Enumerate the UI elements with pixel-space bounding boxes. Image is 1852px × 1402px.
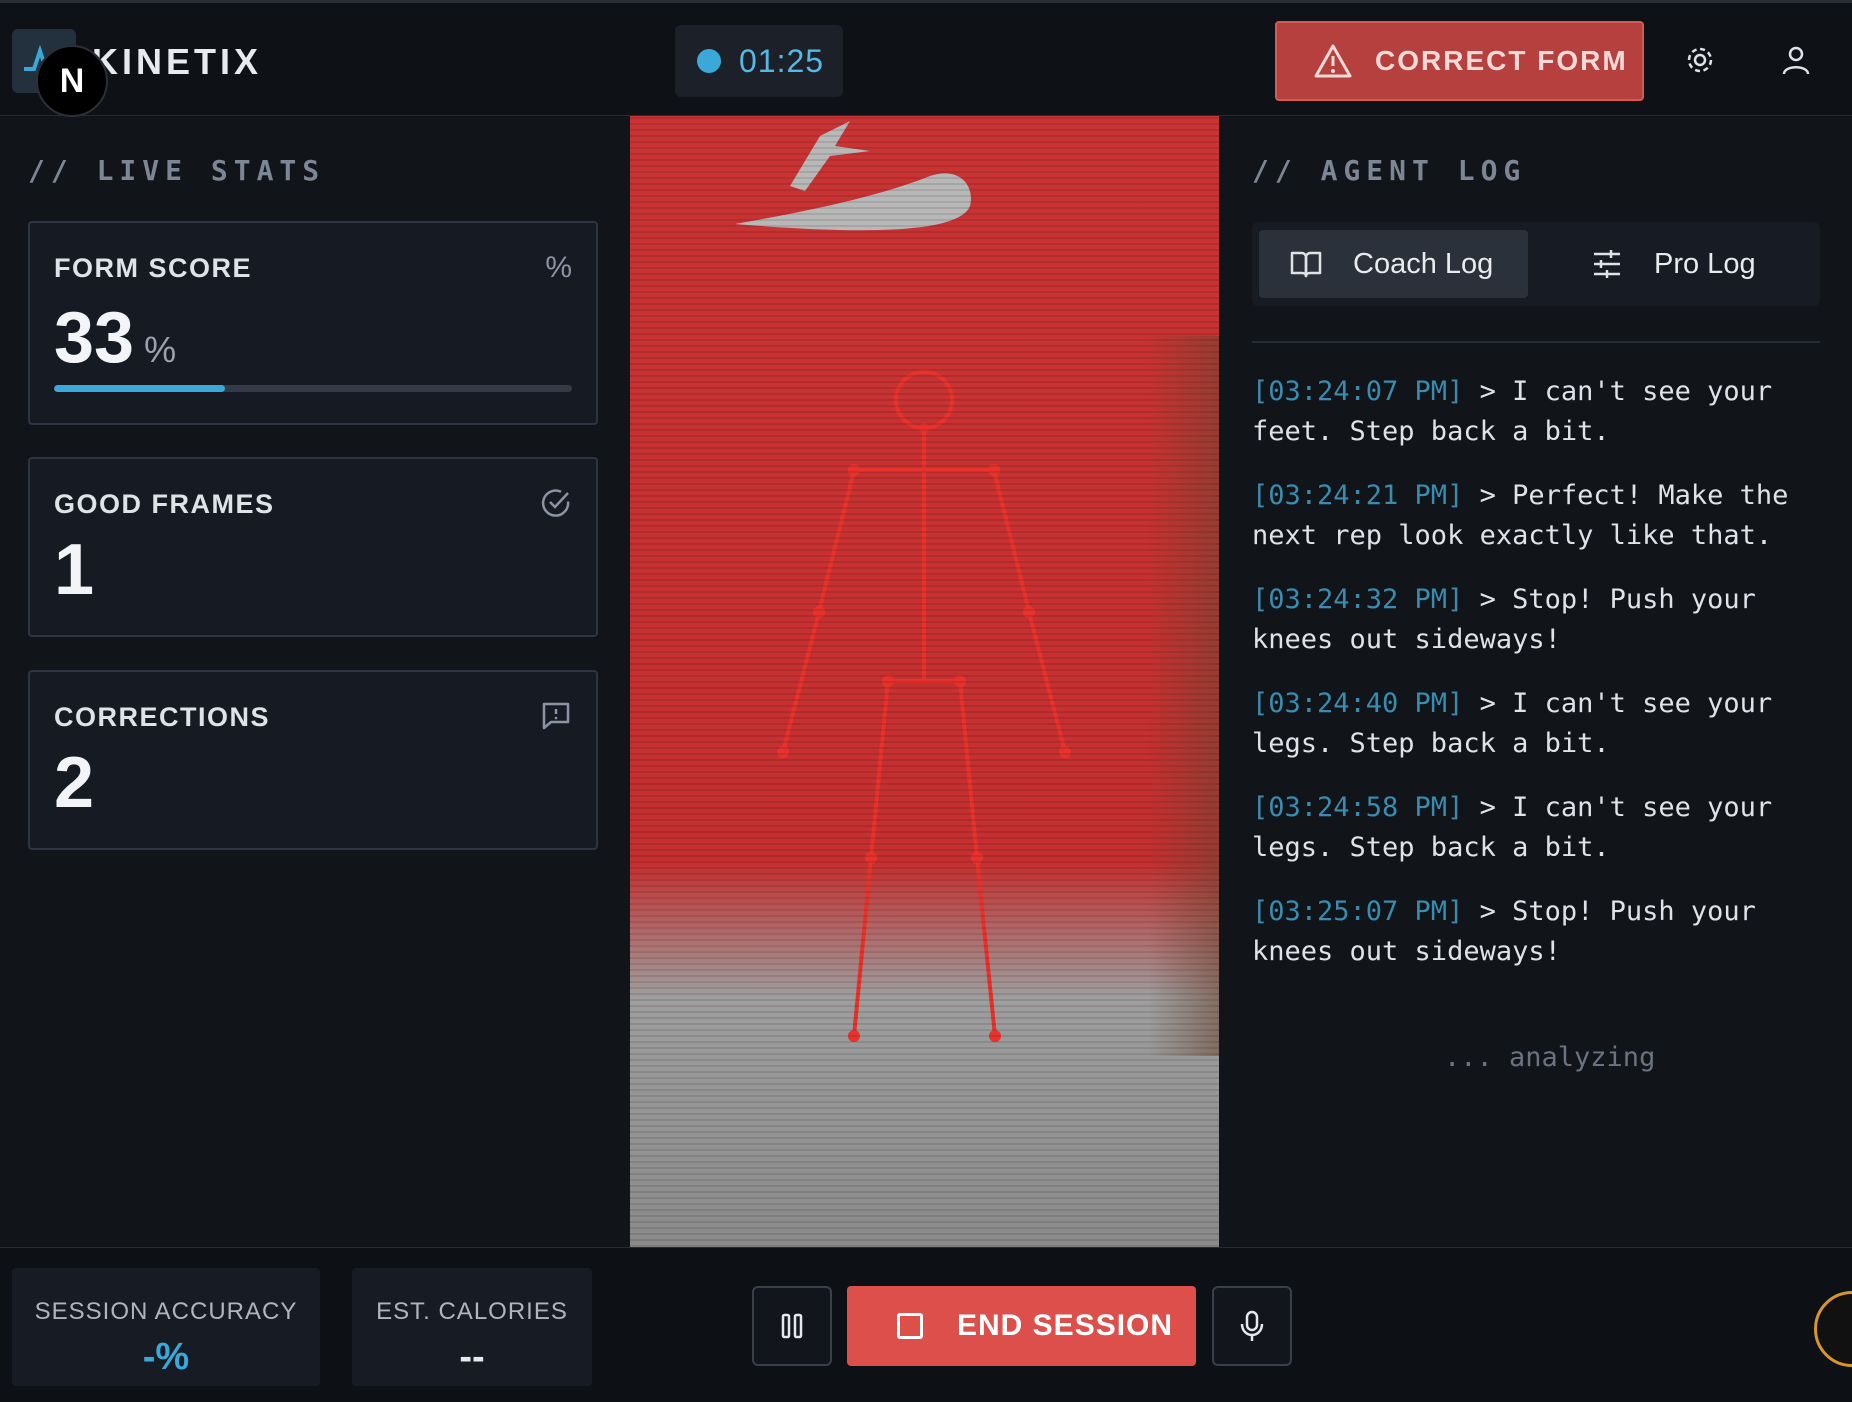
analyzing-status: ... analyzing xyxy=(1444,1042,1656,1073)
session-accuracy-label: SESSION ACCURACY xyxy=(34,1298,298,1325)
log-timestamp: [03:24:32 PM] xyxy=(1252,584,1464,615)
log-timestamp: [03:24:21 PM] xyxy=(1252,480,1464,511)
log-timestamp: [03:24:58 PM] xyxy=(1252,792,1464,823)
log-entry: [03:25:07 PM] > Stop! Push your knees ou… xyxy=(1252,892,1832,972)
tab-pro-log-label: Pro Log xyxy=(1654,247,1756,280)
book-open-icon xyxy=(1290,251,1322,278)
session-accuracy-value: -% xyxy=(142,1336,190,1378)
session-timer: 01:25 xyxy=(675,25,843,97)
log-timestamp: [03:24:07 PM] xyxy=(1252,376,1464,407)
form-score-number: 33 xyxy=(54,298,135,378)
top-bar: N KINETIX 01:25 CORRECT FORM xyxy=(0,0,1852,117)
form-score-progress xyxy=(54,385,572,392)
tab-pro-log[interactable]: Pro Log xyxy=(1592,230,1812,298)
form-score-value: 33% xyxy=(54,297,176,379)
form-score-unit: % xyxy=(144,329,177,370)
form-score-card: FORM SCORE % 33% xyxy=(28,221,598,425)
corrections-value: 2 xyxy=(54,743,95,823)
corrections-card: CORRECTIONS 2 xyxy=(28,670,598,850)
message-square-icon xyxy=(542,702,570,730)
log-timestamp: [03:24:40 PM] xyxy=(1252,688,1464,719)
end-session-button[interactable]: END SESSION xyxy=(847,1286,1196,1366)
log-timestamp: [03:25:07 PM] xyxy=(1252,896,1464,927)
form-score-progress-fill xyxy=(54,385,225,392)
live-stats-title: // LIVE STATS xyxy=(28,154,326,187)
log-entry: [03:24:32 PM] > Stop! Push your knees ou… xyxy=(1252,580,1832,660)
stop-square-icon xyxy=(897,1313,923,1339)
tab-coach-log-label: Coach Log xyxy=(1353,247,1494,280)
user-icon[interactable] xyxy=(1779,43,1813,77)
bottom-bar: SESSION ACCURACY -% EST. CALORIES -- END… xyxy=(0,1247,1852,1402)
brand-name: KINETIX xyxy=(92,41,263,82)
est-calories-box: EST. CALORIES -- xyxy=(352,1268,592,1386)
log-tabs: Coach Log Pro Log xyxy=(1252,222,1820,306)
dev-badge[interactable]: N xyxy=(36,45,108,117)
correct-form-alert-button[interactable]: CORRECT FORM xyxy=(1275,21,1644,101)
good-frames-card: GOOD FRAMES 1 xyxy=(28,457,598,637)
sliders-icon xyxy=(1594,250,1620,278)
agent-log-list: [03:24:07 PM] > I can't see your feet. S… xyxy=(1252,372,1832,996)
warning-icon xyxy=(1314,44,1352,78)
assistant-badge[interactable] xyxy=(1814,1291,1852,1367)
check-circle-icon xyxy=(541,489,570,517)
pause-button[interactable] xyxy=(752,1286,832,1366)
est-calories-value: -- xyxy=(459,1336,485,1378)
good-frames-value: 1 xyxy=(54,530,95,610)
log-entry: [03:24:58 PM] > I can't see your legs. S… xyxy=(1252,788,1832,868)
log-entry: [03:24:21 PM] > Perfect! Make the next r… xyxy=(1252,476,1832,556)
session-accuracy-box: SESSION ACCURACY -% xyxy=(12,1268,320,1386)
scanline-overlay xyxy=(630,116,1219,1247)
camera-feed xyxy=(630,116,1219,1247)
microphone-button[interactable] xyxy=(1212,1286,1292,1366)
percent-icon: % xyxy=(545,251,572,284)
log-entry: [03:24:07 PM] > I can't see your feet. S… xyxy=(1252,372,1832,452)
form-score-label: FORM SCORE xyxy=(54,253,253,283)
recording-dot-icon xyxy=(697,49,721,73)
log-entry: [03:24:40 PM] > I can't see your legs. S… xyxy=(1252,684,1832,764)
agent-log-title: // AGENT LOG xyxy=(1252,154,1527,187)
tab-coach-log[interactable]: Coach Log xyxy=(1259,230,1528,298)
end-session-label: END SESSION xyxy=(957,1309,1174,1342)
badge-letter: N xyxy=(59,61,85,100)
est-calories-label: EST. CALORIES xyxy=(376,1298,568,1325)
alert-label: CORRECT FORM xyxy=(1375,45,1628,76)
microphone-icon xyxy=(1240,1310,1264,1341)
timer-value: 01:25 xyxy=(739,42,825,79)
corrections-label: CORRECTIONS xyxy=(54,702,271,732)
gear-icon[interactable] xyxy=(1683,43,1717,77)
good-frames-label: GOOD FRAMES xyxy=(54,489,275,519)
pause-icon xyxy=(781,1313,803,1339)
log-divider xyxy=(1252,341,1820,343)
